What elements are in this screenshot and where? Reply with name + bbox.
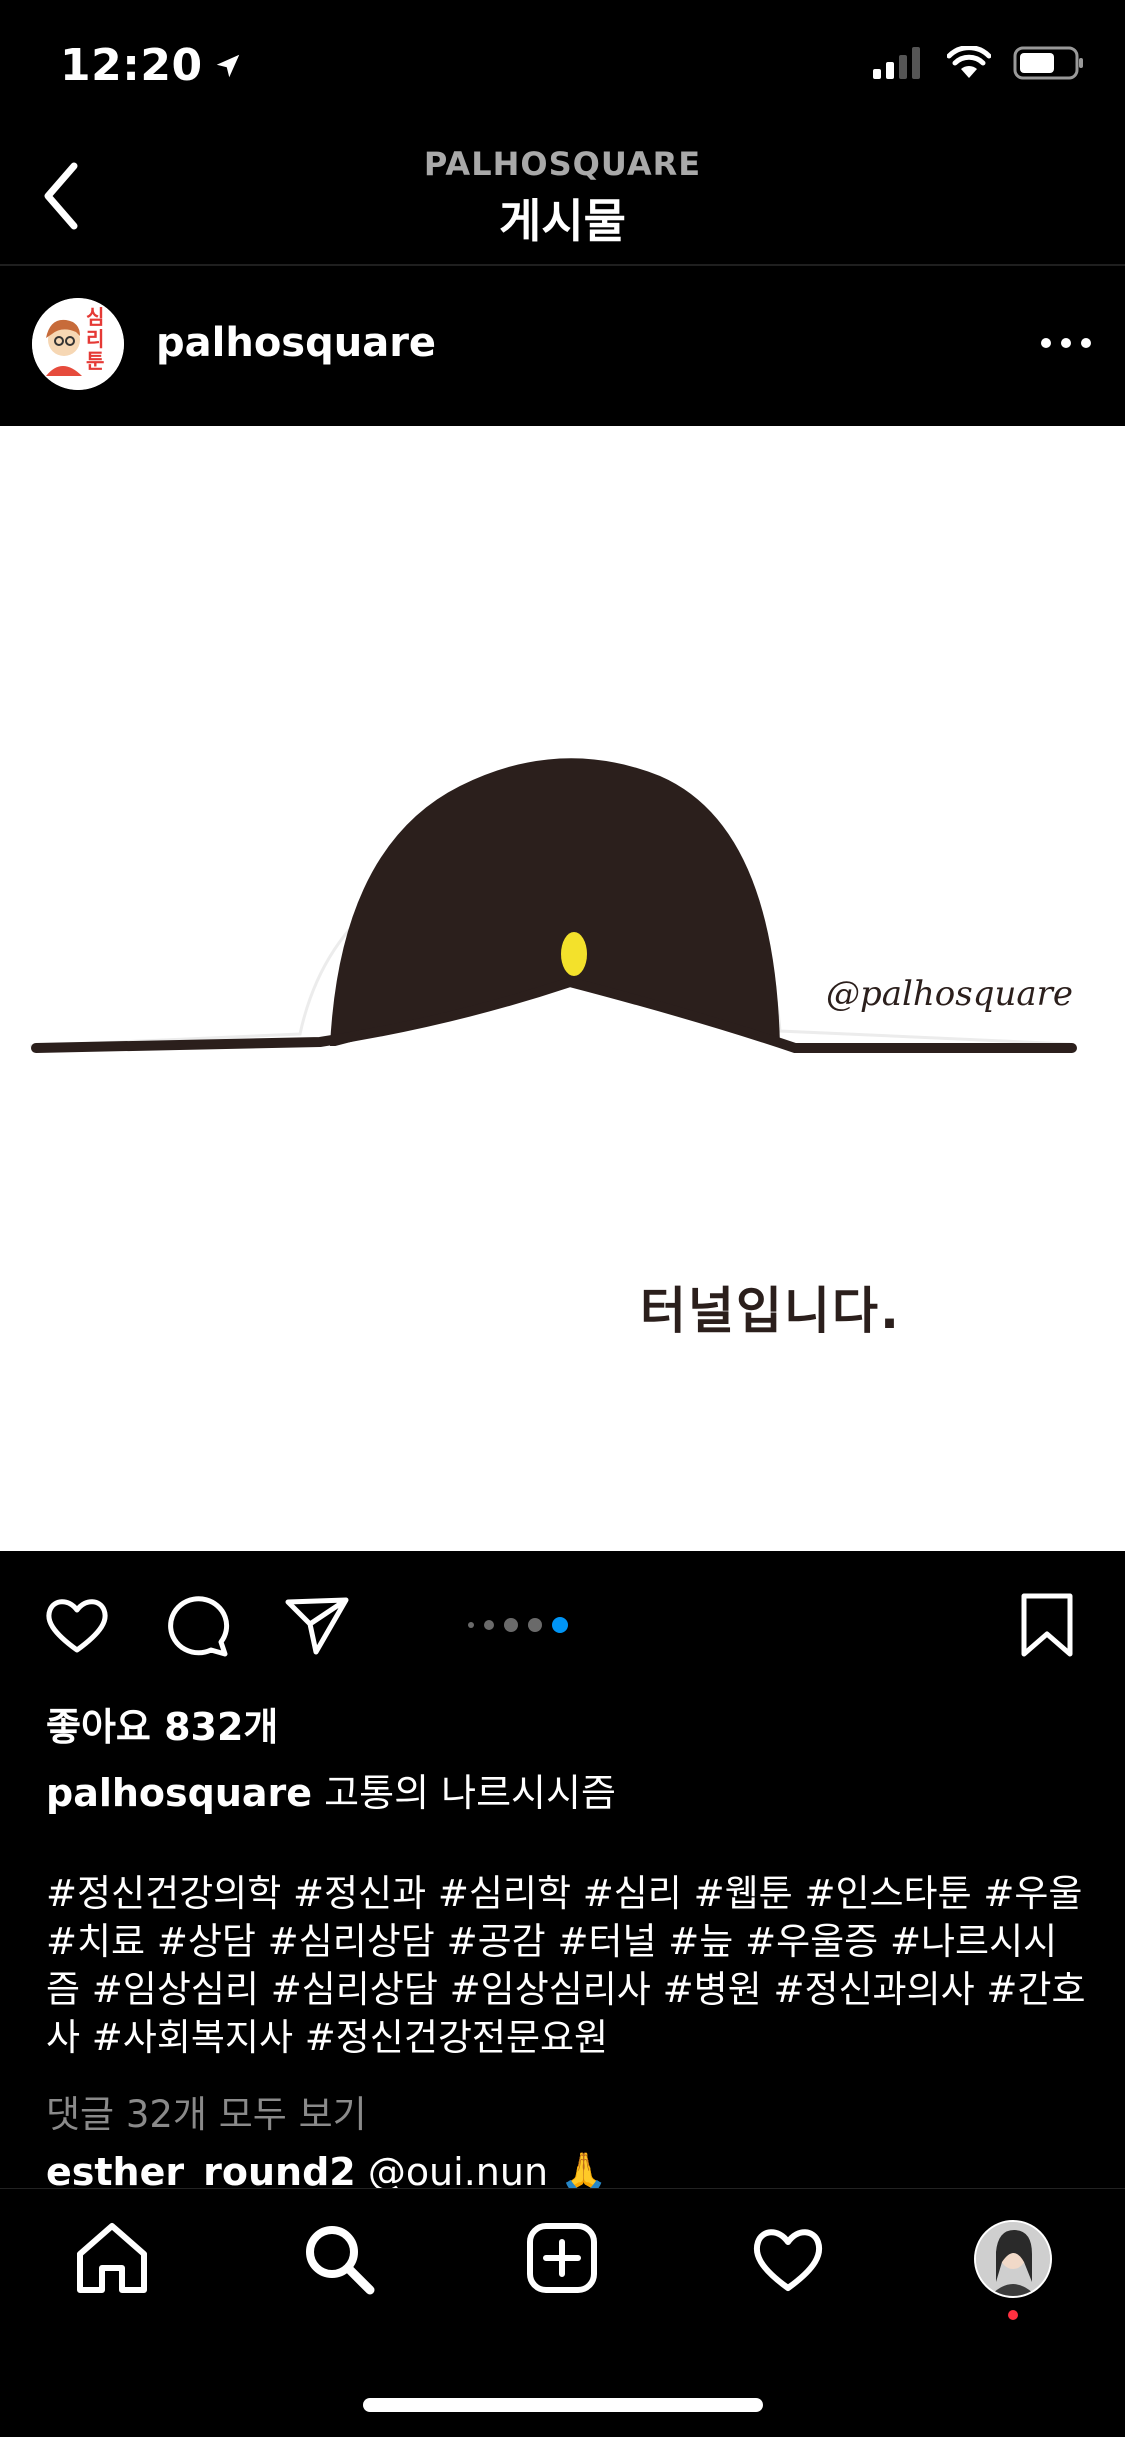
carousel-indicator <box>468 1617 568 1633</box>
profile-icon[interactable] <box>974 2220 1052 2298</box>
status-time-text: 12:20 <box>60 40 203 91</box>
image-caption-text: 터널입니다. <box>640 1282 901 1340</box>
like-count[interactable]: 좋아요 832개 <box>46 1696 278 1751</box>
post-image[interactable]: @palhosquare 터널입니다. <box>0 426 1125 1551</box>
cellular-signal-icon <box>873 47 920 79</box>
view-all-comments-link[interactable]: 댓글 32개 모두 보기 <box>46 2084 367 2138</box>
activity-icon[interactable] <box>748 2218 828 2298</box>
carousel-dot <box>468 1622 474 1628</box>
carousel-dot <box>484 1620 494 1630</box>
caption: palhosquare 고통의 나르시시즘 <box>46 1762 1086 1817</box>
comment-preview[interactable]: esther_round2 @oui.nun 🙏 <box>46 2150 1086 2190</box>
carousel-dot <box>528 1618 542 1632</box>
status-indicators <box>873 46 1085 80</box>
more-horizontal-icon[interactable] <box>1041 338 1091 348</box>
author-username[interactable]: palhosquare <box>156 320 436 366</box>
battery-icon <box>1013 46 1083 80</box>
carousel-dot <box>552 1617 568 1633</box>
send-icon[interactable] <box>282 1590 352 1660</box>
image-watermark: @palhosquare <box>826 974 1074 1014</box>
notification-dot <box>1008 2310 1018 2320</box>
comment-preview-text: @oui.nun 🙏 <box>367 2150 608 2190</box>
profile-photo <box>976 2222 1050 2296</box>
heart-icon[interactable] <box>42 1590 112 1660</box>
bookmark-icon[interactable] <box>1012 1590 1082 1660</box>
status-time: 12:20 <box>60 40 243 91</box>
avatar-text: 심리툰 <box>86 305 105 373</box>
comment-icon[interactable] <box>163 1590 233 1660</box>
avatar-illustration <box>32 298 124 390</box>
add-post-icon[interactable] <box>522 2218 602 2298</box>
caption-username[interactable]: palhosquare <box>46 1771 312 1815</box>
author-avatar[interactable]: 심리툰 <box>32 298 124 390</box>
search-icon[interactable] <box>298 2218 378 2298</box>
caption-text: 고통의 나르시시즘 <box>324 1771 616 1815</box>
home-indicator[interactable] <box>363 2398 763 2412</box>
location-arrow-icon <box>216 54 239 77</box>
header-title: 게시물 <box>499 194 626 248</box>
header-divider <box>0 264 1125 266</box>
hashtags[interactable]: #정신건강의학 #정신과 #심리학 #심리 #웹툰 #인스타툰 #우울 #치료 … <box>46 1870 1086 2062</box>
carousel-dot <box>504 1618 518 1632</box>
header-account-name: PALHOSQUARE <box>423 145 702 183</box>
wifi-icon <box>947 46 991 78</box>
comment-preview-username[interactable]: esther_round2 <box>46 2150 356 2190</box>
home-icon[interactable] <box>72 2218 152 2298</box>
